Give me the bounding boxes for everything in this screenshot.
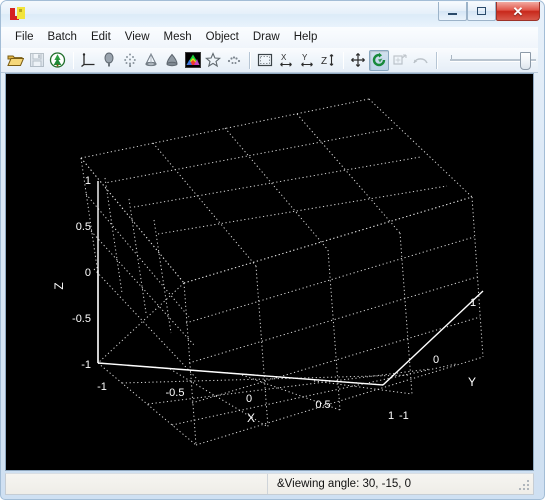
menu-item-object[interactable]: Object bbox=[199, 29, 246, 46]
z-tick-label: 1 bbox=[85, 175, 91, 187]
toolbar-separator bbox=[435, 51, 438, 69]
z-tick-label: -1 bbox=[81, 359, 91, 371]
y-tick-label: -1 bbox=[399, 410, 409, 422]
z-tick-label: 0.5 bbox=[76, 221, 91, 233]
bounding-box-icon bbox=[257, 52, 273, 68]
bounding-box-button[interactable] bbox=[255, 50, 275, 71]
z-tick-label: 0 bbox=[85, 267, 91, 279]
x-tick-label: 1 bbox=[388, 410, 394, 422]
wireframe-cone-button[interactable] bbox=[141, 50, 161, 71]
solid-cone-icon bbox=[164, 52, 180, 68]
colormap-icon bbox=[184, 52, 201, 68]
zoom-slider-thumb[interactable] bbox=[520, 52, 532, 70]
y-tick-label: 1 bbox=[470, 297, 476, 309]
menu-item-file[interactable]: File bbox=[8, 29, 41, 46]
minimize-icon bbox=[439, 2, 466, 20]
status-pane-left bbox=[6, 474, 268, 494]
y-axis-label: Y bbox=[468, 375, 476, 389]
y-axis-icon: Y bbox=[299, 52, 315, 68]
point-cloud-button[interactable] bbox=[120, 50, 140, 71]
close-icon: ✕ bbox=[512, 3, 524, 19]
z-tick-label: -0.5 bbox=[72, 313, 91, 325]
zoom-slider[interactable] bbox=[448, 51, 538, 70]
scatter-button[interactable] bbox=[224, 50, 244, 71]
x-axis-icon: X bbox=[278, 52, 294, 68]
x-axis-view-button[interactable]: X bbox=[276, 50, 296, 71]
minimize-button[interactable] bbox=[438, 2, 467, 21]
close-button[interactable]: ✕ bbox=[496, 2, 540, 21]
status-bar: &Viewing angle: 30, -15, 0 bbox=[5, 473, 534, 495]
tree-object-button[interactable] bbox=[99, 50, 119, 71]
colormap-button[interactable] bbox=[183, 50, 203, 71]
x-tick-label: -0.5 bbox=[166, 387, 185, 399]
menu-item-help[interactable]: Help bbox=[287, 29, 325, 46]
svg-text:Y: Y bbox=[302, 53, 308, 62]
status-message: &Viewing angle: 30, -15, 0 bbox=[277, 478, 412, 490]
z-axis-icon: Z bbox=[320, 52, 336, 68]
menu-item-draw[interactable]: Draw bbox=[246, 29, 287, 46]
star-icon bbox=[205, 52, 222, 68]
plot-canvas: 1 0.5 0 -0.5 -1 Z -1 -0.5 0 0.5 1 X 1 0 … bbox=[6, 74, 533, 470]
toolbar-separator bbox=[342, 51, 345, 69]
save-file-button[interactable] bbox=[27, 50, 47, 71]
menu-item-batch[interactable]: Batch bbox=[41, 29, 84, 46]
x-tick-label: -1 bbox=[97, 381, 107, 393]
maximize-button[interactable] bbox=[467, 2, 496, 21]
wireframe-cone-icon bbox=[143, 52, 159, 68]
x-tick-label: 0.5 bbox=[315, 399, 330, 411]
open-file-button[interactable] bbox=[6, 50, 26, 71]
globe-tree-button[interactable] bbox=[48, 50, 68, 71]
toolbar: X Y Z bbox=[1, 48, 538, 73]
globe-tree-icon bbox=[49, 52, 66, 68]
menu-item-edit[interactable]: Edit bbox=[84, 29, 118, 46]
toolbar-separator bbox=[249, 51, 252, 69]
solid-cone-button[interactable] bbox=[162, 50, 182, 71]
y-axis-view-button[interactable]: Y bbox=[297, 50, 317, 71]
tree-object-icon bbox=[101, 52, 117, 68]
point-cloud-icon bbox=[122, 52, 138, 68]
axes-icon bbox=[80, 52, 97, 68]
menu-bar: File Batch Edit View Mesh Object Draw He… bbox=[1, 27, 538, 48]
x-axis-label: X bbox=[247, 411, 255, 425]
application-window: ✕ File Batch Edit View Mesh Object Draw … bbox=[0, 0, 545, 500]
svg-text:X: X bbox=[281, 53, 287, 62]
title-bar[interactable]: ✕ bbox=[1, 1, 540, 27]
pan-icon bbox=[350, 52, 366, 68]
zoom-button[interactable] bbox=[390, 50, 410, 71]
rotate-button[interactable] bbox=[369, 49, 390, 71]
zoom-slider-tick bbox=[450, 55, 452, 59]
menu-item-view[interactable]: View bbox=[118, 29, 157, 46]
open-file-icon bbox=[7, 52, 25, 68]
save-file-icon bbox=[29, 52, 45, 68]
undo-view-button[interactable] bbox=[411, 50, 431, 71]
z-axis-view-button[interactable]: Z bbox=[318, 50, 338, 71]
x-tick-label: 0 bbox=[246, 393, 252, 405]
menu-item-mesh[interactable]: Mesh bbox=[157, 29, 199, 46]
z-axis-label: Z bbox=[52, 282, 66, 289]
scatter-icon bbox=[226, 52, 242, 68]
resize-grip-icon[interactable] bbox=[519, 480, 530, 491]
viewport-3d[interactable]: 1 0.5 0 -0.5 -1 Z -1 -0.5 0 0.5 1 X 1 0 … bbox=[5, 73, 534, 471]
toolbar-separator bbox=[72, 51, 75, 69]
ls-logo-icon bbox=[9, 6, 26, 22]
axes-button[interactable] bbox=[78, 50, 98, 71]
pan-button[interactable] bbox=[348, 50, 368, 71]
svg-text:Z: Z bbox=[321, 56, 327, 67]
y-tick-label: 0 bbox=[433, 354, 439, 366]
maximize-icon bbox=[468, 2, 495, 20]
undo-view-icon bbox=[412, 52, 429, 68]
zoom-icon bbox=[392, 52, 408, 68]
rotate-icon bbox=[371, 52, 387, 68]
star-button[interactable] bbox=[204, 50, 224, 71]
